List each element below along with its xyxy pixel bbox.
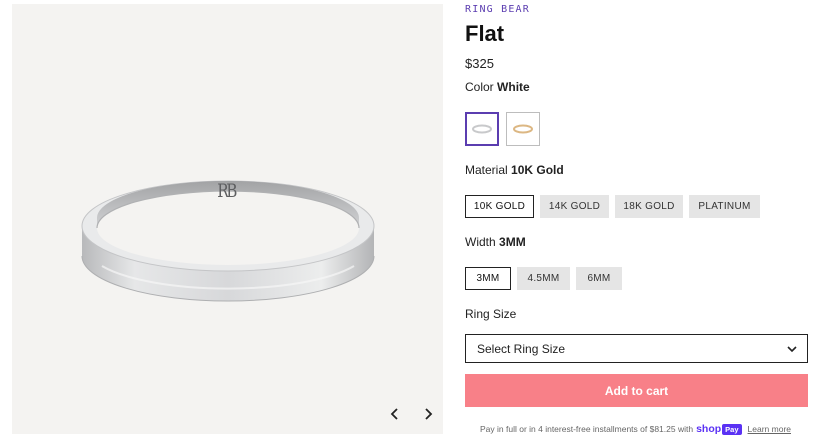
chevron-right-icon [425, 408, 433, 420]
color-label: Color [465, 80, 494, 94]
ring-size-label: Ring Size [465, 307, 517, 321]
product-image-gallery: RB [12, 4, 443, 434]
material-option-label: Material 10K Gold [465, 163, 564, 177]
material-option-10k-gold[interactable]: 10K GOLD [465, 195, 534, 218]
color-swatch-white[interactable] [465, 112, 499, 146]
gallery-prev-button[interactable] [383, 402, 407, 426]
width-selected-value: 3MM [499, 235, 526, 249]
product-title: Flat [465, 21, 505, 46]
shop-pay-installments: Pay in full or in 4 interest-free instal… [480, 423, 791, 435]
chevron-left-icon [390, 408, 398, 420]
width-label: Width [465, 235, 496, 249]
shop-pay-logo-text: shop [696, 423, 722, 435]
width-option-label: Width 3MM [465, 235, 526, 249]
material-label: Material [465, 163, 508, 177]
shop-pay-badge: Pay [722, 423, 742, 435]
width-option-4-5mm[interactable]: 4.5MM [517, 267, 570, 290]
yellow-ring-thumbnail-icon [513, 124, 533, 134]
learn-more-link[interactable]: Learn more [748, 424, 791, 434]
add-to-cart-button[interactable]: Add to cart [465, 374, 808, 407]
material-option-18k-gold[interactable]: 18K GOLD [615, 195, 683, 218]
material-option-14k-gold[interactable]: 14K GOLD [540, 195, 609, 218]
width-option-3mm[interactable]: 3MM [465, 267, 511, 290]
chevron-down-icon [787, 346, 797, 353]
ring-size-placeholder: Select Ring Size [477, 341, 566, 356]
color-option-label: Color White [465, 80, 530, 94]
material-option-platinum[interactable]: PLATINUM [689, 195, 760, 218]
ring-size-select[interactable]: Select Ring Size [465, 334, 808, 363]
ring-product-image [81, 180, 375, 302]
ring-engraving-logo: RB [217, 180, 237, 202]
product-price: $325 [465, 56, 494, 71]
width-option-6mm[interactable]: 6MM [576, 267, 622, 290]
color-swatch-yellow[interactable] [506, 112, 540, 146]
white-ring-thumbnail-icon [472, 124, 492, 134]
brand-name[interactable]: RING BEAR [465, 4, 530, 15]
material-selected-value: 10K Gold [511, 163, 564, 177]
gallery-next-button[interactable] [416, 402, 440, 426]
color-selected-value: White [497, 80, 530, 94]
installments-text: Pay in full or in 4 interest-free instal… [480, 424, 694, 434]
